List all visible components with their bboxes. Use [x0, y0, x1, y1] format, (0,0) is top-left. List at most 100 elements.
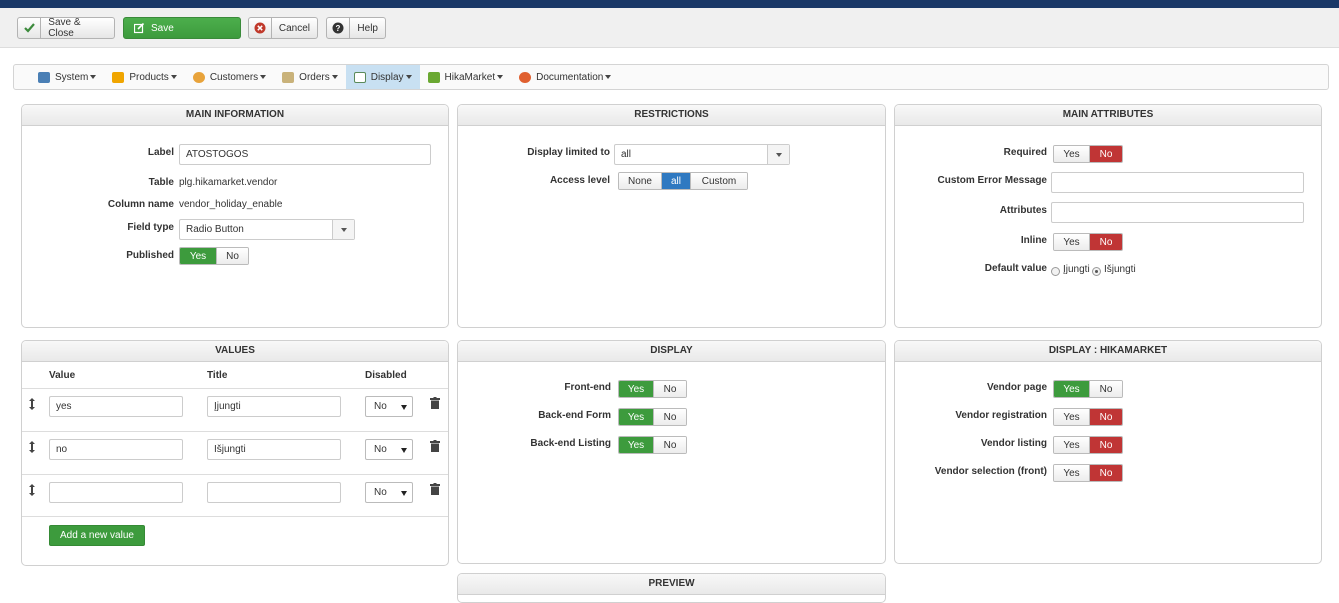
menu-orders[interactable]: Orders	[274, 65, 346, 89]
frontend-yes[interactable]: Yes	[619, 381, 654, 397]
vendor-listing-label: Vendor listing	[980, 438, 1047, 449]
top-header-bar	[0, 0, 1339, 8]
menu-display[interactable]: Display	[345, 65, 420, 89]
display-limited-select[interactable]: all	[614, 144, 790, 165]
attributes-input[interactable]	[1051, 202, 1304, 223]
wrench-icon	[38, 71, 50, 83]
menu-system[interactable]: System	[30, 65, 104, 89]
display-limited-label: Display limited to	[527, 147, 610, 158]
required-no[interactable]: No	[1090, 146, 1122, 162]
published-label: Published	[126, 250, 174, 261]
display-icon	[353, 71, 366, 83]
vendor-registration-no[interactable]: No	[1090, 409, 1122, 425]
main-attributes-panel: MAIN ATTRIBUTES Required Yes No Custom E…	[894, 104, 1322, 328]
drag-handle-icon[interactable]	[28, 441, 36, 453]
column-name-label: Column name	[107, 199, 174, 210]
save-close-button[interactable]: Save & Close	[17, 17, 115, 39]
vendor-page-yes[interactable]: Yes	[1054, 381, 1090, 397]
label-input[interactable]: ATOSTOGOS	[179, 144, 431, 165]
help-button[interactable]: ? Help	[326, 17, 386, 39]
vendor-selection-toggle[interactable]: Yes No	[1053, 464, 1123, 482]
published-no[interactable]: No	[217, 248, 248, 264]
checkmark-icon	[18, 18, 42, 38]
main-menu: System Products Customers Orders Display…	[13, 64, 1329, 90]
frontend-label: Front-end	[564, 382, 611, 393]
disabled-select[interactable]: No	[365, 439, 413, 460]
vendor-listing-no[interactable]: No	[1090, 437, 1122, 453]
chevron-down-icon	[332, 220, 354, 239]
backend-form-label: Back-end Form	[538, 410, 611, 421]
vendor-registration-toggle[interactable]: Yes No	[1053, 408, 1123, 426]
frontend-toggle[interactable]: Yes No	[618, 380, 687, 398]
panel-title: DISPLAY : HIKAMARKET	[895, 341, 1321, 362]
trash-icon[interactable]	[430, 397, 440, 409]
value-input[interactable]: yes	[49, 396, 183, 417]
vendor-page-label: Vendor page	[986, 382, 1047, 393]
title-input[interactable]: Įjungti	[207, 396, 341, 417]
backend-form-no[interactable]: No	[654, 409, 686, 425]
display-hikamarket-panel: DISPLAY : HIKAMARKET Vendor page Yes No …	[894, 340, 1322, 564]
default-radio-off[interactable]	[1092, 267, 1101, 276]
menu-customers[interactable]: Customers	[185, 65, 274, 89]
menu-products[interactable]: Products	[104, 65, 184, 89]
custom-error-input[interactable]	[1051, 172, 1304, 193]
vendor-page-toggle[interactable]: Yes No	[1053, 380, 1123, 398]
vendor-listing-yes[interactable]: Yes	[1054, 437, 1090, 453]
backend-listing-label: Back-end Listing	[530, 438, 611, 449]
trash-icon[interactable]	[430, 483, 440, 495]
disabled-select[interactable]: No	[365, 482, 413, 503]
cancel-icon	[249, 18, 272, 38]
vendor-registration-yes[interactable]: Yes	[1054, 409, 1090, 425]
backend-listing-yes[interactable]: Yes	[619, 437, 654, 453]
edit-icon	[134, 18, 145, 38]
backend-listing-no[interactable]: No	[654, 437, 686, 453]
title-input[interactable]: Išjungti	[207, 439, 341, 460]
drag-handle-icon[interactable]	[28, 484, 36, 496]
add-new-value-button[interactable]: Add a new value	[49, 525, 145, 546]
vendor-page-no[interactable]: No	[1090, 381, 1122, 397]
access-none[interactable]: None	[619, 173, 662, 189]
inline-yes[interactable]: Yes	[1054, 234, 1090, 250]
column-header-title: Title	[207, 370, 228, 381]
backend-form-toggle[interactable]: Yes No	[618, 408, 687, 426]
inline-no[interactable]: No	[1090, 234, 1122, 250]
required-toggle[interactable]: Yes No	[1053, 145, 1123, 163]
value-input[interactable]	[49, 482, 183, 503]
default-radio-on[interactable]	[1051, 267, 1060, 276]
table-row: yes Įjungti No	[22, 388, 448, 431]
panel-title: DISPLAY	[458, 341, 885, 362]
panel-title: RESTRICTIONS	[458, 105, 885, 126]
published-toggle[interactable]: Yes No	[179, 247, 249, 265]
vendor-selection-no[interactable]: No	[1090, 465, 1122, 481]
access-level-toggle[interactable]: None all Custom	[618, 172, 748, 190]
vendor-listing-toggle[interactable]: Yes No	[1053, 436, 1123, 454]
svg-text:?: ?	[336, 24, 341, 33]
disabled-select[interactable]: No	[365, 396, 413, 417]
required-label: Required	[1003, 147, 1047, 158]
menu-documentation[interactable]: Documentation	[511, 65, 619, 89]
access-all[interactable]: all	[662, 173, 691, 189]
cancel-button[interactable]: Cancel	[248, 17, 318, 39]
published-yes[interactable]: Yes	[180, 248, 217, 264]
table-label: Table	[148, 177, 174, 188]
backend-form-yes[interactable]: Yes	[619, 409, 654, 425]
panel-title: VALUES	[22, 341, 448, 362]
drag-handle-icon[interactable]	[28, 398, 36, 410]
value-input[interactable]: no	[49, 439, 183, 460]
vendor-selection-yes[interactable]: Yes	[1054, 465, 1090, 481]
panel-title: MAIN INFORMATION	[22, 105, 448, 126]
panel-title: PREVIEW	[458, 574, 885, 595]
menu-hikamarket[interactable]: HikaMarket	[420, 65, 512, 89]
trash-icon[interactable]	[430, 440, 440, 452]
save-button[interactable]: Save	[123, 17, 241, 39]
required-yes[interactable]: Yes	[1054, 146, 1090, 162]
restrictions-panel: RESTRICTIONS Display limited to all Acce…	[457, 104, 886, 328]
inline-toggle[interactable]: Yes No	[1053, 233, 1123, 251]
title-input[interactable]	[207, 482, 341, 503]
backend-listing-toggle[interactable]: Yes No	[618, 436, 687, 454]
field-type-select[interactable]: Radio Button	[179, 219, 355, 240]
main-information-panel: MAIN INFORMATION Label ATOSTOGOS Table p…	[21, 104, 449, 328]
access-level-label: Access level	[549, 175, 610, 186]
access-custom[interactable]: Custom	[691, 173, 747, 189]
frontend-no[interactable]: No	[654, 381, 686, 397]
